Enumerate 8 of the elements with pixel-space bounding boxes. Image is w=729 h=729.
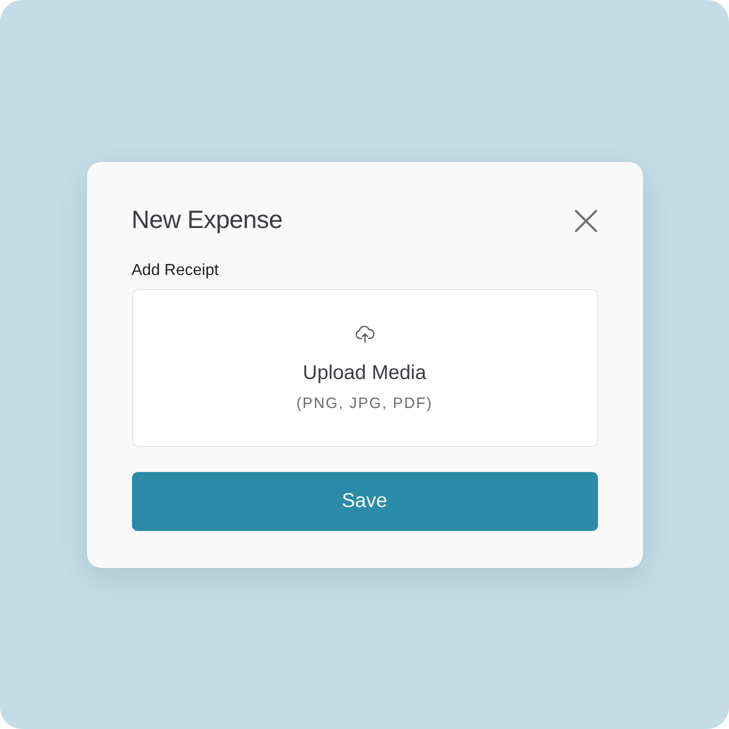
field-label: Add Receipt (132, 262, 220, 280)
file-types-hint: (PNG, JPG, PDF) (296, 395, 433, 412)
dialog-title: New Expense (132, 206, 282, 235)
upload-area[interactable]: Upload Media (PNG, JPG, PDF) (132, 288, 598, 446)
upload-title: Upload Media (302, 362, 426, 385)
save-button[interactable]: Save (132, 472, 598, 530)
close-button[interactable] (574, 208, 598, 232)
cloud-upload-icon (354, 325, 374, 343)
